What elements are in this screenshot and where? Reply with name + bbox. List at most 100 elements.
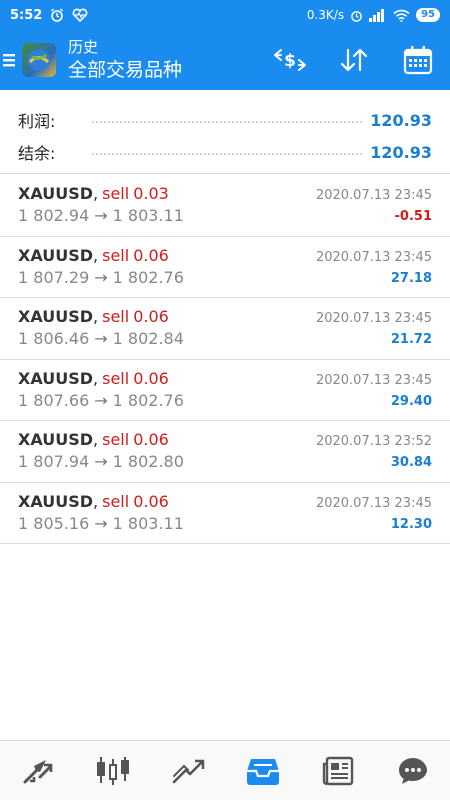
trade-side: sell: [102, 368, 130, 388]
arrow-right-icon: →: [94, 329, 108, 348]
trade-row[interactable]: XAUUSD, sell 0.06 1 807.29 → 1 802.76 2020.0…: [0, 237, 450, 298]
close-price: 1 802.76: [112, 267, 184, 287]
history-summary: 利润: 120.93 结余: 120.93: [0, 90, 450, 174]
trade-time: 2020.07.13 23:45: [315, 249, 432, 265]
nav-trade[interactable]: [150, 741, 225, 800]
trade-volume: 0.06: [133, 307, 169, 326]
arrow-right-icon: →: [94, 452, 108, 471]
trade-symbol: XAUUSD: [18, 184, 94, 203]
dollar-arrows-icon: $: [274, 49, 306, 71]
status-time: 5:52: [10, 7, 43, 23]
bottom-navigation: [0, 740, 450, 800]
separator: ,: [93, 368, 99, 388]
history-icon: [246, 758, 279, 785]
open-price: 1 807.29: [18, 267, 90, 287]
balance-row: 结余: 120.93: [18, 136, 432, 168]
profit-label: 利润:: [18, 112, 56, 131]
nav-chart[interactable]: [75, 741, 150, 800]
wifi-icon: [393, 9, 410, 22]
menu-button[interactable]: [0, 30, 18, 90]
arrow-right-icon: →: [94, 267, 108, 287]
page-title: 历史: [68, 38, 99, 56]
symbol-filter-title[interactable]: 全部交易品种: [68, 57, 182, 83]
trade-row[interactable]: XAUUSD, sell 0.06 1 807.94 → 1 802.80 2020.0…: [0, 421, 450, 483]
trade-side: sell: [102, 430, 130, 449]
health-icon: [72, 8, 88, 22]
open-price: 1 807.94: [18, 452, 90, 471]
balance-label: 结余:: [18, 144, 56, 163]
sort-arrows-icon: [340, 48, 368, 72]
alarm-icon: [50, 8, 64, 22]
open-price: 1 806.46: [18, 329, 90, 348]
profit-value: 120.93: [370, 110, 432, 130]
chat-icon: [398, 757, 427, 784]
app-root: 5:52 0.3K/s 95 历史 全部交易品种 $ 利润: 120.93 结余…: [0, 0, 450, 800]
trade-history-list: XAUUSD, sell 0.03 1 802.94 → 1 803.11 2020.0…: [0, 175, 450, 544]
dotted-leader: [92, 153, 363, 155]
date-range-button[interactable]: [386, 30, 450, 90]
balance-value: 120.93: [370, 142, 432, 162]
close-price: 1 802.80: [112, 452, 184, 471]
trade-profit: 27.18: [390, 270, 432, 286]
arrow-right-icon: →: [94, 206, 108, 225]
trade-profit: 30.84: [390, 455, 432, 470]
trade-time: 2020.07.13 23:45: [315, 311, 432, 326]
app-bar: 历史 全部交易品种 $: [0, 30, 450, 90]
status-bar: 5:52 0.3K/s 95: [0, 0, 450, 30]
profit-row: 利润: 120.93: [18, 104, 432, 136]
network-speed: 0.3K/s: [306, 8, 345, 22]
deposit-withdraw-button[interactable]: $: [258, 30, 322, 90]
trade-symbol: XAUUSD: [18, 307, 94, 326]
trade-row[interactable]: XAUUSD, sell 0.06 1 807.66 → 1 802.76 2020.0…: [0, 360, 450, 421]
metatrader-logo: [22, 43, 56, 77]
trade-profit: 29.40: [390, 393, 432, 409]
svg-text:$: $: [284, 51, 296, 71]
trade-side: sell: [102, 307, 130, 326]
trade-symbol: XAUUSD: [18, 430, 94, 449]
signal-icon: [369, 8, 387, 22]
trade-symbol: XAUUSD: [18, 491, 94, 511]
alarm-small-icon: [350, 9, 363, 22]
trade-volume: 0.06: [133, 430, 169, 449]
trade-side: sell: [102, 245, 130, 265]
open-price: 1 802.94: [18, 206, 90, 225]
hamburger-icon: [3, 54, 15, 67]
dotted-leader: [92, 121, 363, 123]
open-price: 1 807.66: [18, 390, 90, 410]
trade-symbol: XAUUSD: [18, 245, 94, 265]
battery-indicator: 95: [416, 8, 440, 22]
trade-time: 2020.07.13 23:45: [315, 495, 432, 511]
trade-profit: -0.51: [394, 209, 432, 224]
close-price: 1 803.11: [112, 513, 184, 533]
trade-volume: 0.03: [133, 184, 169, 203]
nav-history[interactable]: [225, 741, 300, 800]
trade-side: sell: [102, 184, 130, 203]
trade-time: 2020.07.13 23:52: [315, 434, 432, 449]
nav-quotes[interactable]: [0, 741, 75, 800]
separator: ,: [93, 491, 99, 511]
trade-profit: 21.72: [390, 332, 432, 347]
trade-row[interactable]: XAUUSD, sell 0.03 1 802.94 → 1 803.11 2020.0…: [0, 175, 450, 237]
trade-row[interactable]: XAUUSD, sell 0.06 1 805.16 → 1 803.11 2020.0…: [0, 483, 450, 544]
trade-symbol: XAUUSD: [18, 368, 94, 388]
trade-side: sell: [102, 491, 130, 511]
arrow-right-icon: →: [94, 390, 108, 410]
nav-chat[interactable]: [375, 741, 450, 800]
app-bar-titles: 历史 全部交易品种: [68, 37, 182, 83]
trade-time: 2020.07.13 23:45: [315, 372, 432, 388]
news-icon: [322, 756, 353, 785]
open-price: 1 805.16: [18, 513, 90, 533]
calendar-icon: [403, 46, 433, 75]
trade-volume: 0.06: [133, 491, 169, 511]
trade-volume: 0.06: [133, 245, 169, 265]
arrow-right-icon: →: [94, 513, 108, 533]
sort-button[interactable]: [322, 30, 386, 90]
separator: ,: [93, 184, 99, 203]
separator: ,: [93, 307, 99, 326]
trade-time: 2020.07.13 23:45: [315, 188, 432, 203]
separator: ,: [93, 430, 99, 449]
close-price: 1 803.11: [112, 206, 184, 225]
nav-news[interactable]: [300, 741, 375, 800]
close-price: 1 802.76: [112, 390, 184, 410]
trade-row[interactable]: XAUUSD, sell 0.06 1 806.46 → 1 802.84 2020.0…: [0, 298, 450, 360]
